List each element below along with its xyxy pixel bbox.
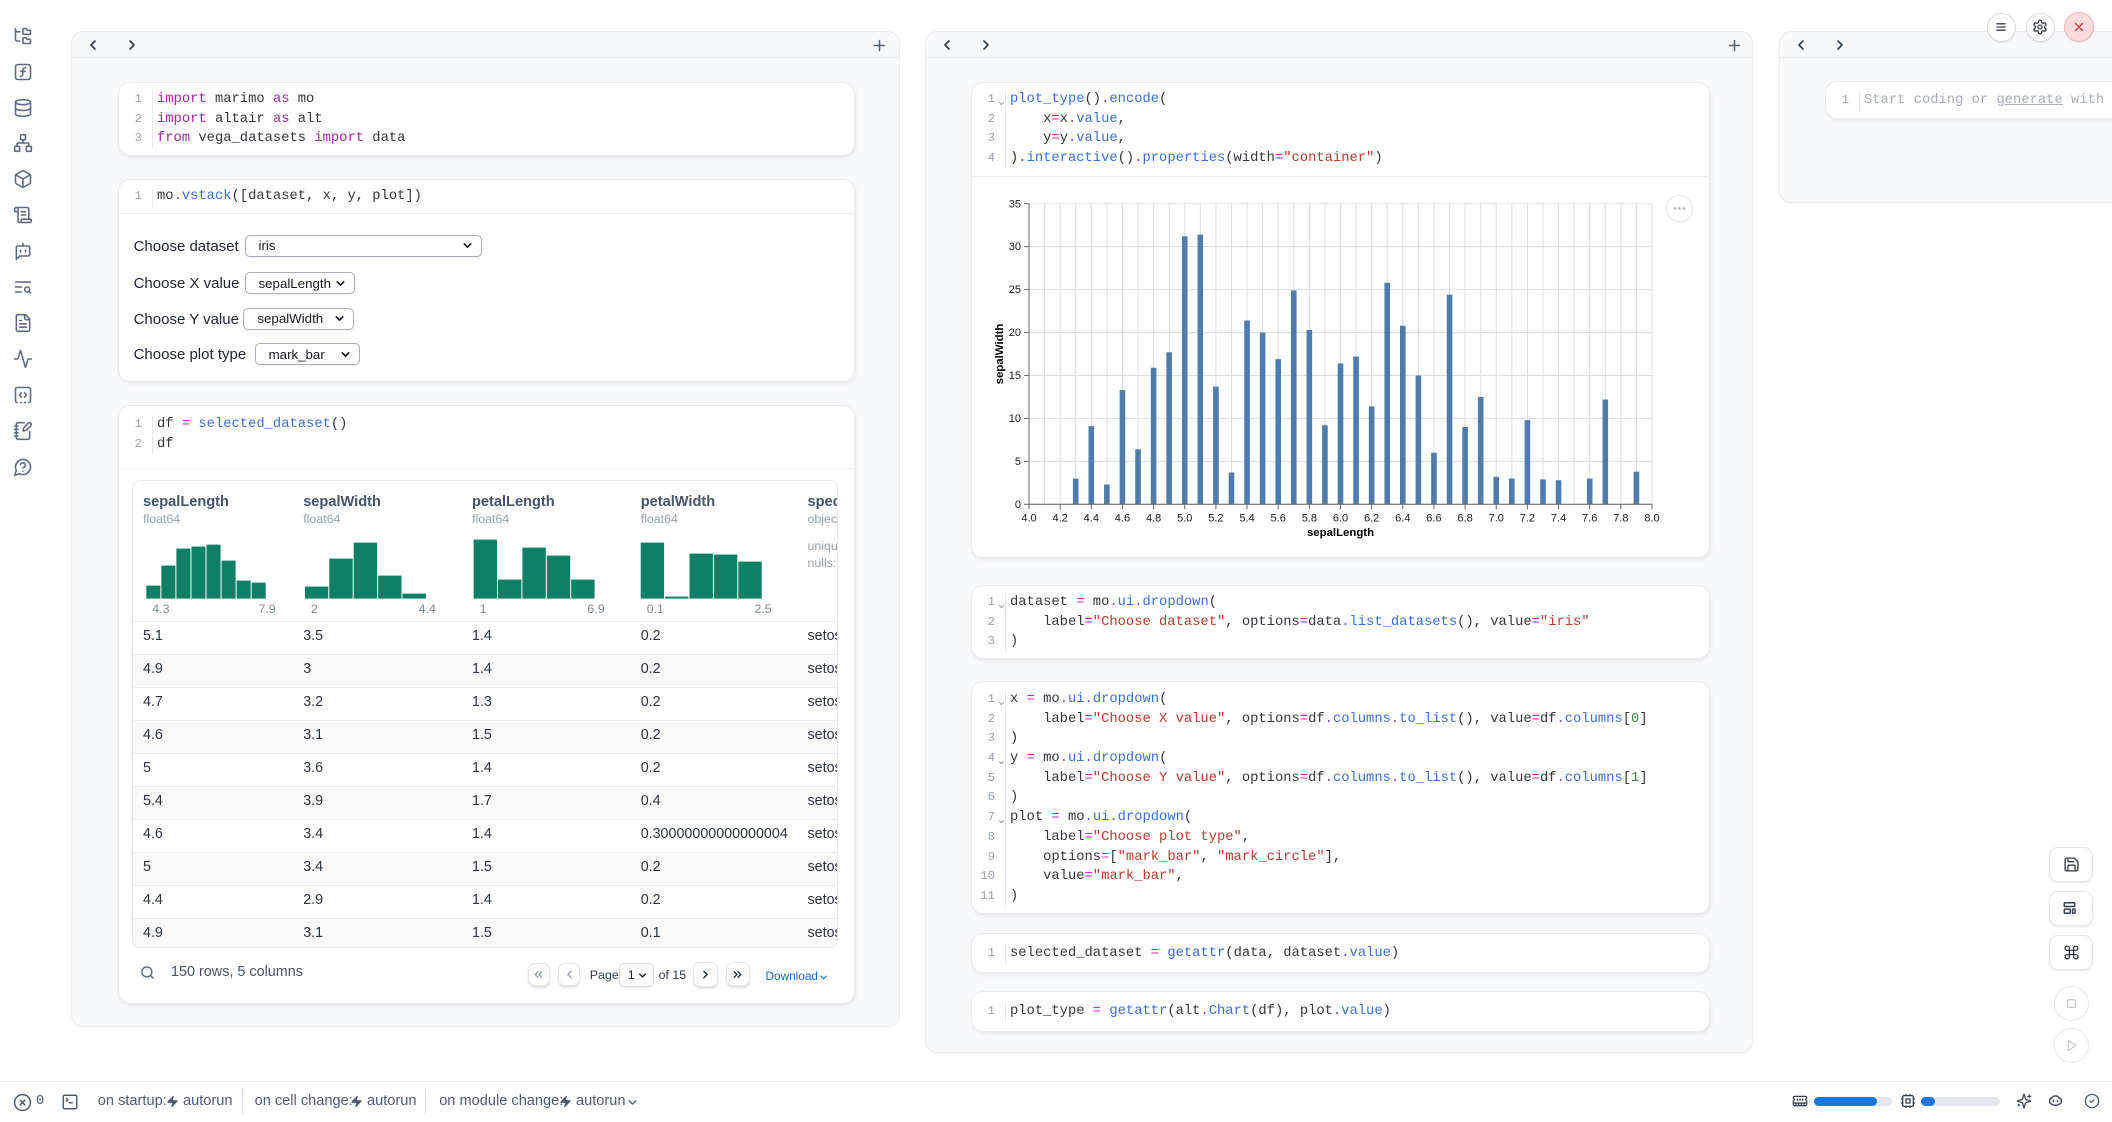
svg-text:20: 20 — [1009, 327, 1021, 339]
svg-text:4.4: 4.4 — [1084, 512, 1099, 524]
svg-text:7.4: 7.4 — [1551, 512, 1566, 524]
svg-text:5.2: 5.2 — [1208, 512, 1223, 524]
svg-text:5.8: 5.8 — [1302, 512, 1317, 524]
svg-text:7.0: 7.0 — [1489, 512, 1504, 524]
svg-text:4.0: 4.0 — [1021, 512, 1036, 524]
svg-text:6.8: 6.8 — [1457, 512, 1472, 524]
svg-text:35: 35 — [1009, 198, 1021, 210]
svg-text:5.0: 5.0 — [1177, 512, 1192, 524]
svg-text:7.6: 7.6 — [1582, 512, 1597, 524]
svg-text:7.2: 7.2 — [1520, 512, 1535, 524]
svg-text:10: 10 — [1009, 413, 1021, 425]
svg-text:6.2: 6.2 — [1364, 512, 1379, 524]
svg-text:8.0: 8.0 — [1644, 512, 1659, 524]
svg-text:25: 25 — [1009, 284, 1021, 296]
svg-text:5.4: 5.4 — [1239, 512, 1254, 524]
svg-text:5: 5 — [1015, 456, 1021, 468]
svg-text:4.6: 4.6 — [1115, 512, 1130, 524]
svg-text:sepalLength: sepalLength — [1307, 527, 1374, 539]
svg-text:4.2: 4.2 — [1053, 512, 1068, 524]
svg-text:0: 0 — [1015, 499, 1021, 511]
svg-text:7.8: 7.8 — [1613, 512, 1628, 524]
svg-text:6.6: 6.6 — [1426, 512, 1441, 524]
svg-text:30: 30 — [1009, 241, 1021, 253]
svg-text:6.4: 6.4 — [1395, 512, 1410, 524]
svg-text:6.0: 6.0 — [1333, 512, 1348, 524]
svg-text:15: 15 — [1009, 370, 1021, 382]
svg-text:sepalWidth: sepalWidth — [994, 324, 1006, 385]
svg-text:4.8: 4.8 — [1146, 512, 1161, 524]
svg-text:5.6: 5.6 — [1271, 512, 1286, 524]
